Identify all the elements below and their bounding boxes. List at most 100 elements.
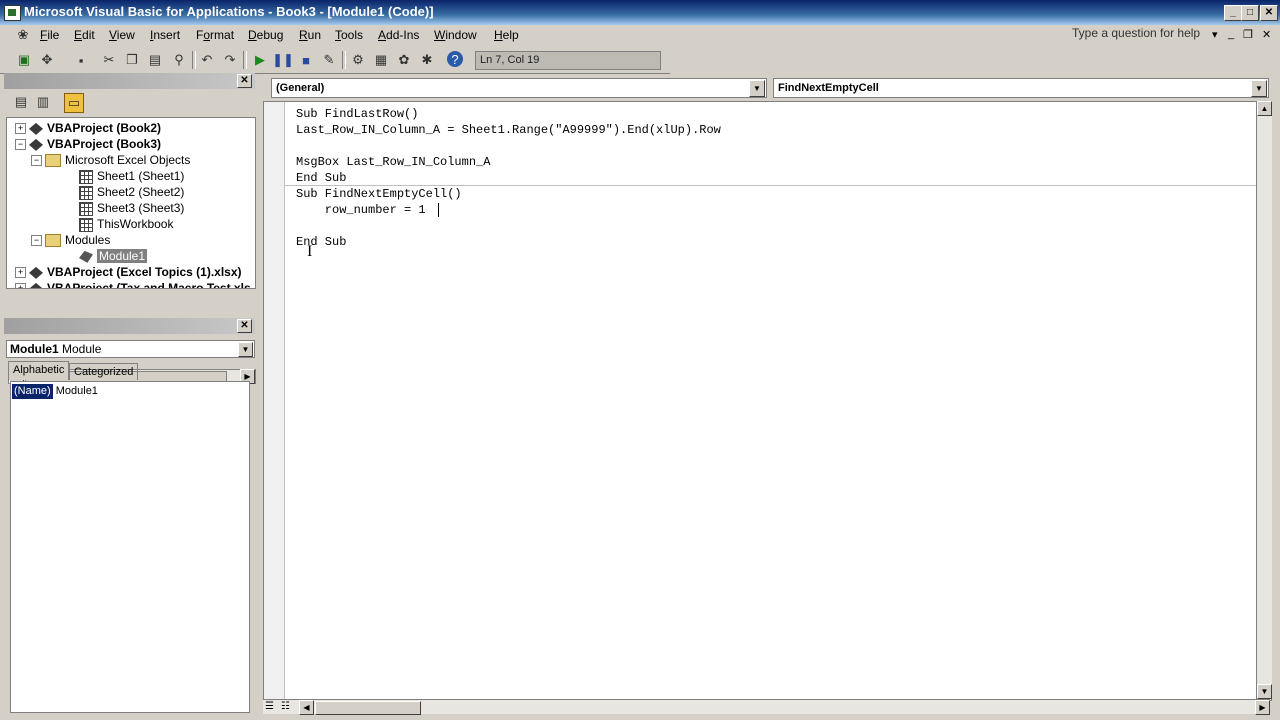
tree-node-project[interactable]: VBAProject (Book3)	[29, 136, 161, 152]
cut-icon[interactable]: ✂	[100, 51, 118, 69]
object-combo[interactable]: (General) ▼	[271, 78, 767, 98]
tree-node-folder[interactable]: Modules	[45, 232, 110, 248]
tree-node-workbook[interactable]: ThisWorkbook	[79, 216, 173, 232]
tree-node-label: Module1	[97, 249, 148, 263]
paste-icon[interactable]: ▤	[146, 51, 164, 69]
properties-window-icon[interactable]: ▦	[372, 51, 390, 69]
menu-item[interactable]: Insert	[150, 28, 180, 42]
menu-item[interactable]: Format	[196, 28, 234, 42]
tree-expander-icon[interactable]: +	[15, 123, 26, 134]
tree-node-project[interactable]: VBAProject (Excel Topics (1).xlsx)	[29, 264, 242, 280]
toolbox-icon[interactable]: ✱	[418, 51, 436, 69]
properties-close-button[interactable]: ✕	[237, 319, 252, 333]
view-code-icon[interactable]: ▤	[12, 93, 30, 111]
maximize-button[interactable]: □	[1241, 5, 1259, 21]
mdi-minimize-button[interactable]: _	[1228, 28, 1234, 40]
reset-icon[interactable]: ■	[297, 51, 315, 69]
mdi-restore-button[interactable]: ❐	[1243, 28, 1253, 41]
tree-expander-icon[interactable]: −	[31, 235, 42, 246]
mdi-close-button[interactable]: ✕	[1262, 28, 1271, 41]
code-line[interactable]: Sub FindNextEmptyCell()	[296, 186, 462, 202]
tree-node-sheet[interactable]: Sheet3 (Sheet3)	[79, 200, 184, 216]
toolbar-separator	[243, 51, 247, 69]
insert-module-icon[interactable]: ✥	[38, 51, 56, 69]
menu-accelerator-key: D	[248, 28, 257, 42]
object-browser-icon[interactable]: ✿	[395, 51, 413, 69]
find-icon[interactable]: ⚲	[170, 51, 188, 69]
code-line[interactable]: row_number = 1	[296, 202, 426, 218]
scroll-right-icon[interactable]: ▶	[1255, 700, 1270, 715]
chevron-down-icon[interactable]: ▼	[1251, 80, 1267, 97]
design-mode-icon[interactable]: ✎	[320, 51, 338, 69]
full-module-view-icon[interactable]: ☷	[281, 701, 290, 712]
tree-node-sheet[interactable]: Sheet2 (Sheet2)	[79, 184, 184, 200]
property-value[interactable]: Module1	[56, 385, 98, 397]
menu-accelerator-key: A	[378, 28, 387, 42]
tab-categorized[interactable]: Categorized	[69, 363, 139, 380]
tree-expander-icon[interactable]: +	[15, 283, 26, 288]
undo-icon[interactable]: ↶	[198, 51, 216, 69]
menu-item[interactable]: Debug	[248, 28, 283, 42]
menu-item[interactable]: Tools	[335, 28, 363, 42]
redo-icon[interactable]: ↷	[221, 51, 239, 69]
project-explorer-close-button[interactable]: ✕	[237, 74, 252, 88]
menu-item[interactable]: Window	[434, 28, 477, 42]
project-explorer-icon[interactable]: ⚙	[349, 51, 367, 69]
vba-menu-icon[interactable]: ❀	[14, 26, 32, 44]
menu-item[interactable]: Help	[494, 28, 519, 42]
scroll-left-icon[interactable]: ◀	[299, 700, 314, 715]
tree-node-sheet[interactable]: Sheet1 (Sheet1)	[79, 168, 184, 184]
help-dropdown-icon[interactable]: ▾	[1212, 28, 1218, 41]
scroll-up-icon[interactable]: ▲	[1257, 101, 1272, 116]
chevron-down-icon[interactable]: ▼	[749, 80, 765, 97]
cursor-position-status: Ln 7, Col 19	[475, 51, 661, 70]
code-line[interactable]: End Sub	[296, 234, 346, 250]
tab-alphabetic[interactable]: Alphabetic	[8, 361, 70, 380]
text-caret	[438, 203, 439, 217]
help-icon[interactable]: ?	[447, 51, 463, 67]
code-editor[interactable]: Sub FindLastRow() Last_Row_IN_Column_A = …	[263, 101, 1272, 701]
code-line[interactable]: End Sub	[296, 170, 346, 186]
menu-item[interactable]: Run	[299, 28, 321, 42]
view-object-icon[interactable]: ▥	[34, 93, 52, 111]
break-icon[interactable]: ❚❚	[272, 51, 294, 69]
tree-expander-icon[interactable]: −	[15, 139, 26, 150]
tree-node-folder[interactable]: Microsoft Excel Objects	[45, 152, 190, 168]
procedure-combo[interactable]: FindNextEmptyCell ▼	[773, 78, 1269, 98]
code-line[interactable]: MsgBox Last_Row_IN_Column_A	[296, 154, 490, 170]
scroll-down-icon[interactable]: ▼	[1257, 684, 1272, 699]
close-button[interactable]: ✕	[1260, 5, 1278, 21]
chevron-down-icon[interactable]: ▼	[238, 342, 253, 357]
code-horizontal-scrollbar[interactable]: ☰ ☷ ◀ ▶	[263, 699, 1270, 715]
code-line[interactable]: Sub FindLastRow()	[296, 106, 418, 122]
menu-item[interactable]: File	[40, 28, 59, 42]
property-row[interactable]: (Name) Module1	[12, 384, 98, 399]
tree-node-label: VBAProject (Excel Topics (1).xlsx)	[47, 265, 242, 279]
copy-icon[interactable]: ❐	[123, 51, 141, 69]
tree-node-project[interactable]: VBAProject (Tax and Macro Test.xls	[29, 280, 251, 288]
properties-object-select[interactable]: Module1 Module ▼	[6, 340, 255, 358]
toggle-folders-icon[interactable]: ▭	[64, 93, 84, 113]
project-icon	[29, 138, 43, 151]
tree-node-module[interactable]: Module1	[79, 248, 148, 264]
procedure-view-icon[interactable]: ☰	[265, 701, 274, 712]
code-vertical-scrollbar[interactable]: ▲ ▼	[1256, 101, 1272, 699]
menu-item[interactable]: View	[109, 28, 135, 42]
code-margin-indicator-bar[interactable]	[264, 102, 285, 700]
code-hscroll-thumb[interactable]	[315, 701, 421, 715]
properties-title	[4, 318, 255, 334]
tree-node-project[interactable]: VBAProject (Book2)	[29, 120, 161, 136]
menu-item[interactable]: Add-Ins	[378, 28, 419, 42]
code-line[interactable]: Last_Row_IN_Column_A = Sheet1.Range("A99…	[296, 122, 721, 138]
menu-item[interactable]: Edit	[74, 28, 95, 42]
menu-label-part: ebug	[256, 28, 284, 42]
tree-expander-icon[interactable]: −	[31, 155, 42, 166]
view-excel-icon[interactable]: ▣	[15, 51, 33, 69]
folder-icon	[45, 234, 61, 248]
help-search-input[interactable]: Type a question for help	[1072, 26, 1212, 44]
save-icon[interactable]: ▪	[72, 51, 90, 69]
tree-expander-icon[interactable]: +	[15, 267, 26, 278]
run-icon[interactable]: ▶	[251, 51, 269, 69]
vba-app-icon[interactable]	[4, 5, 21, 21]
minimize-button[interactable]: _	[1224, 5, 1242, 21]
